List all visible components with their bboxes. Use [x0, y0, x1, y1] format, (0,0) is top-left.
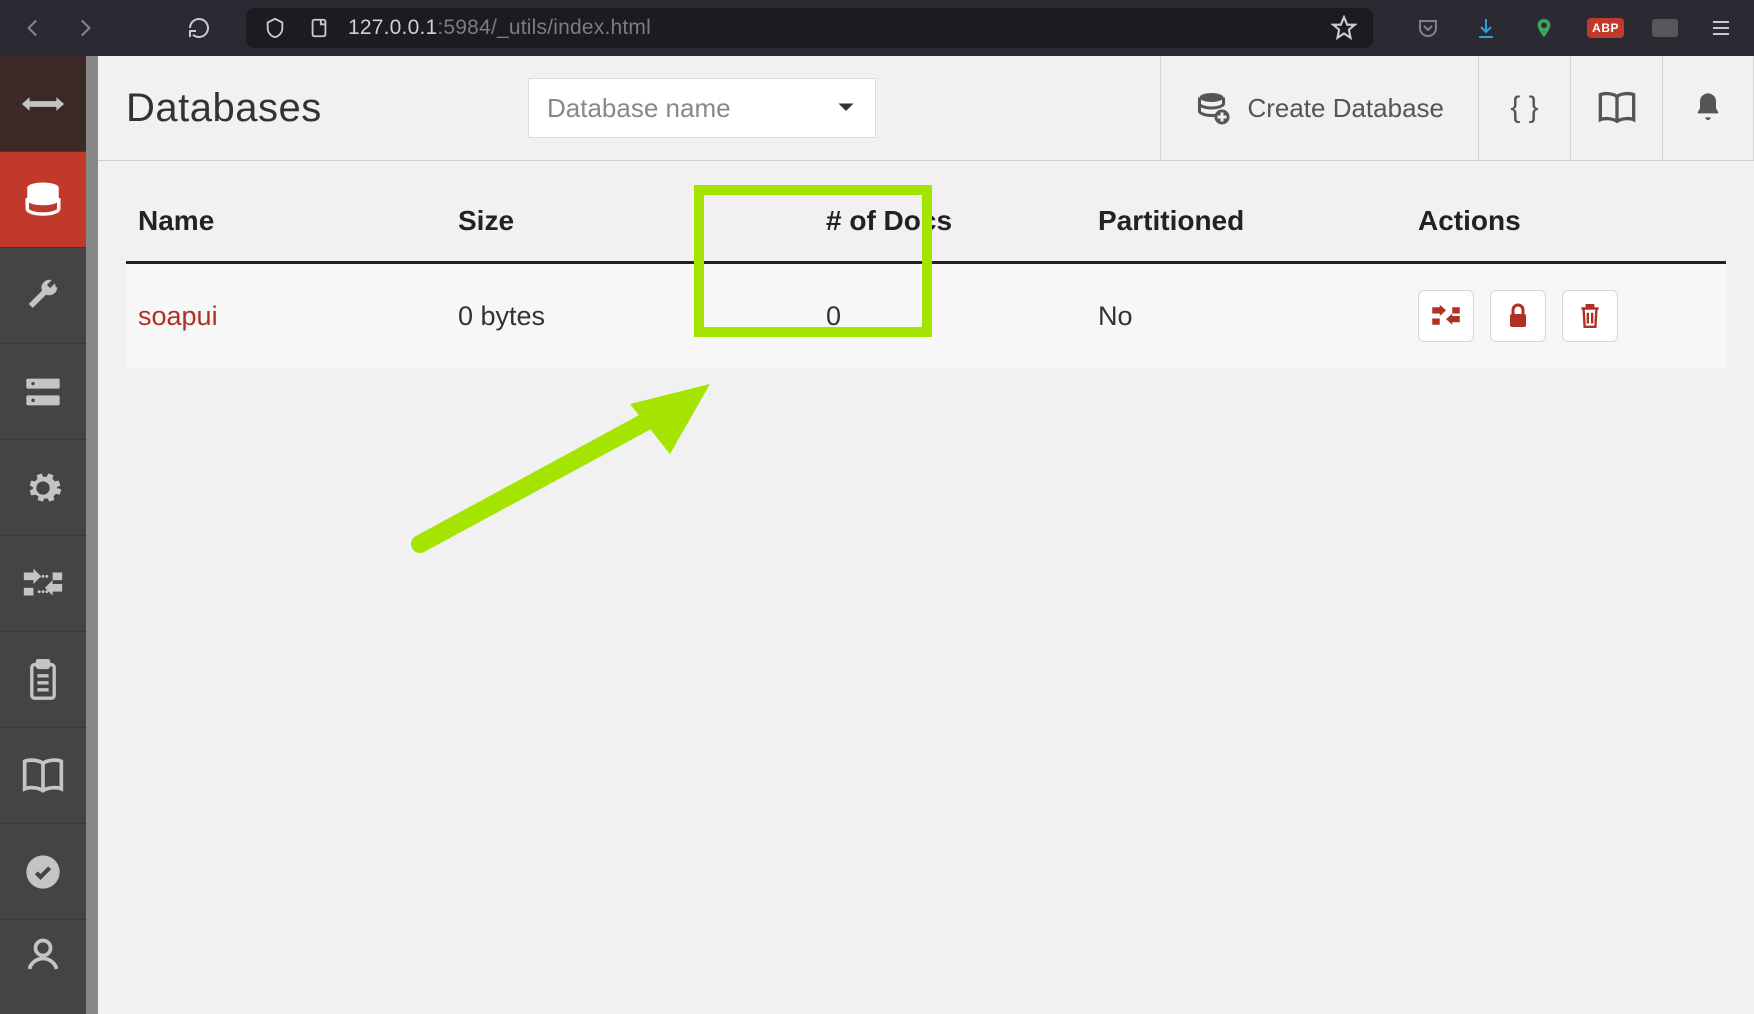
sidebar-item-collapse[interactable] — [0, 56, 86, 152]
keyboard-icon[interactable] — [1652, 19, 1678, 37]
address-bar[interactable]: 127.0.0.1:5984/_utils/index.html — [246, 8, 1373, 48]
sidebar-item-replication[interactable] — [0, 536, 86, 632]
page-title: Databases — [98, 86, 528, 131]
main-content: Databases Database name Create Database … — [98, 56, 1754, 1014]
sidebar-item-verify[interactable] — [0, 824, 86, 920]
sidebar-item-config[interactable] — [0, 440, 86, 536]
location-pin-icon[interactable] — [1529, 13, 1559, 43]
app-root: Databases Database name Create Database … — [0, 56, 1754, 1014]
sidebar-item-clipboard[interactable] — [0, 632, 86, 728]
replicate-icon — [20, 566, 66, 602]
header-name[interactable]: Name — [126, 183, 446, 263]
wrench-icon — [24, 277, 62, 315]
replicate-button[interactable] — [1418, 290, 1474, 342]
page-icon — [304, 13, 334, 43]
braces-icon: { } — [1510, 91, 1538, 125]
hamburger-menu-icon[interactable] — [1706, 13, 1736, 43]
sidebar-item-databases[interactable] — [0, 152, 86, 248]
url-text: 127.0.0.1:5984/_utils/index.html — [348, 16, 651, 40]
sidebar-item-docs[interactable] — [0, 728, 86, 824]
header-size[interactable]: Size — [446, 183, 766, 263]
annotation-arrow — [410, 384, 710, 554]
permissions-button[interactable] — [1490, 290, 1546, 342]
json-button[interactable]: { } — [1478, 56, 1570, 160]
database-name-select[interactable]: Database name — [528, 78, 876, 138]
browser-extensions: ABP — [1405, 13, 1736, 43]
book-icon — [1597, 91, 1637, 125]
star-icon[interactable] — [1329, 13, 1359, 43]
forward-button[interactable] — [70, 13, 100, 43]
user-icon — [25, 936, 61, 972]
lock-icon — [1506, 303, 1530, 329]
header-partitioned[interactable]: Partitioned — [1086, 183, 1406, 263]
database-icon — [22, 179, 64, 221]
database-table: Name Size # of Docs Partitioned Actions … — [98, 161, 1754, 368]
docs-button[interactable] — [1570, 56, 1662, 160]
cell-partitioned: No — [1086, 263, 1406, 369]
database-name-link[interactable]: soapui — [138, 301, 218, 331]
download-icon[interactable] — [1471, 13, 1501, 43]
url-path: :5984/_utils/index.html — [437, 16, 651, 39]
replicate-icon — [1431, 304, 1461, 328]
pocket-icon[interactable] — [1413, 13, 1443, 43]
database-plus-icon — [1195, 90, 1231, 126]
url-host: 127.0.0.1 — [348, 16, 437, 39]
server-icon — [23, 375, 63, 409]
cell-docs: 0 — [766, 263, 1086, 369]
clipboard-icon — [26, 659, 60, 701]
book-icon — [21, 757, 65, 795]
cell-size: 0 bytes — [446, 263, 766, 369]
header-actions: Actions — [1406, 183, 1726, 263]
database-select-placeholder: Database name — [547, 93, 731, 124]
back-button[interactable] — [18, 13, 48, 43]
sidebar — [0, 56, 86, 1014]
check-circle-icon — [23, 852, 63, 892]
topbar: Databases Database name Create Database … — [98, 56, 1754, 161]
create-database-button[interactable]: Create Database — [1160, 56, 1478, 160]
arrows-horizontal-icon — [20, 92, 66, 116]
adblock-badge[interactable]: ABP — [1587, 18, 1624, 38]
sidebar-item-active-tasks[interactable] — [0, 344, 86, 440]
create-database-label: Create Database — [1247, 93, 1444, 124]
delete-button[interactable] — [1562, 290, 1618, 342]
row-actions — [1418, 290, 1714, 342]
header-docs[interactable]: # of Docs — [766, 183, 1086, 263]
table-row: soapui 0 bytes 0 No — [126, 263, 1726, 369]
gear-icon — [23, 468, 63, 508]
shield-icon — [260, 13, 290, 43]
sidebar-item-setup[interactable] — [0, 248, 86, 344]
browser-toolbar: 127.0.0.1:5984/_utils/index.html ABP — [0, 0, 1754, 56]
bell-icon — [1692, 90, 1724, 126]
reload-button[interactable] — [184, 13, 214, 43]
notifications-button[interactable] — [1662, 56, 1754, 160]
caret-down-icon — [837, 102, 855, 114]
sidebar-item-user[interactable] — [0, 920, 86, 980]
trash-icon — [1577, 302, 1603, 330]
table-header-row: Name Size # of Docs Partitioned Actions — [126, 183, 1726, 263]
